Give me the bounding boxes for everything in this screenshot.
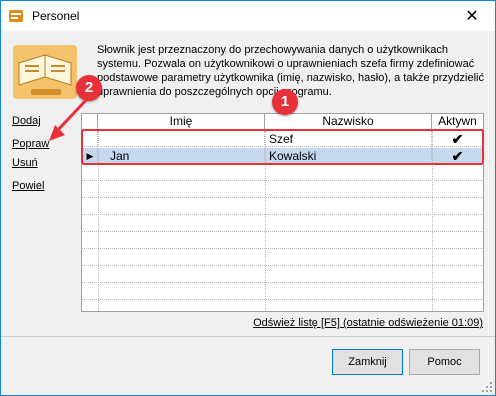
- table-header: Imię Nazwisko Aktywn: [82, 114, 483, 130]
- close-button[interactable]: Zamknij: [332, 349, 403, 375]
- app-icon: [9, 10, 23, 22]
- empty-row: [82, 199, 483, 215]
- empty-row: [82, 182, 483, 198]
- empty-row: [82, 216, 483, 232]
- title-bar: Personel ✕: [1, 1, 495, 31]
- empty-row: [82, 267, 483, 283]
- column-first-name[interactable]: Imię: [98, 114, 265, 130]
- active-checkmark-icon: ✔: [451, 148, 464, 164]
- empty-row: [82, 233, 483, 249]
- last-name-cell: Kowalski: [265, 148, 432, 164]
- personel-window: Personel ✕ Słownik jest przeznaczony do …: [0, 0, 496, 396]
- help-button[interactable]: Pomoc: [409, 349, 480, 375]
- column-divider: [98, 131, 99, 311]
- column-divider: [265, 131, 266, 311]
- row-indicator-cell: ▶: [82, 148, 98, 164]
- window-title: Personel: [32, 9, 80, 23]
- annotation-arrow-icon: [49, 95, 91, 141]
- duplicate-link[interactable]: Powiel: [12, 180, 44, 192]
- edit-link[interactable]: Popraw: [12, 138, 49, 150]
- active-checkmark-icon: ✔: [451, 131, 464, 147]
- empty-row: [82, 250, 483, 266]
- current-row-arrow-icon: ▶: [86, 151, 94, 161]
- users-table[interactable]: Imię Nazwisko Aktywn Szef ✔ ▶ Jan Kowals…: [81, 113, 484, 312]
- annotation-badge-1: 1: [272, 89, 298, 115]
- column-divider: [432, 131, 433, 311]
- first-name-cell: [98, 131, 265, 147]
- empty-row: [82, 284, 483, 300]
- close-icon: ✕: [465, 7, 479, 25]
- table-row[interactable]: Szef ✔: [82, 131, 483, 147]
- close-window-button[interactable]: ✕: [449, 1, 495, 30]
- bottom-separator: [1, 336, 495, 337]
- empty-row: [82, 165, 483, 181]
- refresh-list-link[interactable]: Odśwież listę [F5] (ostatnie odświeżenie…: [253, 317, 483, 329]
- resize-grip-icon[interactable]: [481, 381, 493, 393]
- column-active[interactable]: Aktywn: [432, 114, 483, 130]
- column-last-name[interactable]: Nazwisko: [265, 114, 432, 130]
- table-row[interactable]: ▶ Jan Kowalski ✔: [82, 148, 483, 164]
- last-name-cell: Szef: [265, 131, 432, 147]
- first-name-cell: Jan: [98, 148, 265, 164]
- delete-link[interactable]: Usuń: [12, 157, 38, 169]
- add-link[interactable]: Dodaj: [12, 115, 41, 127]
